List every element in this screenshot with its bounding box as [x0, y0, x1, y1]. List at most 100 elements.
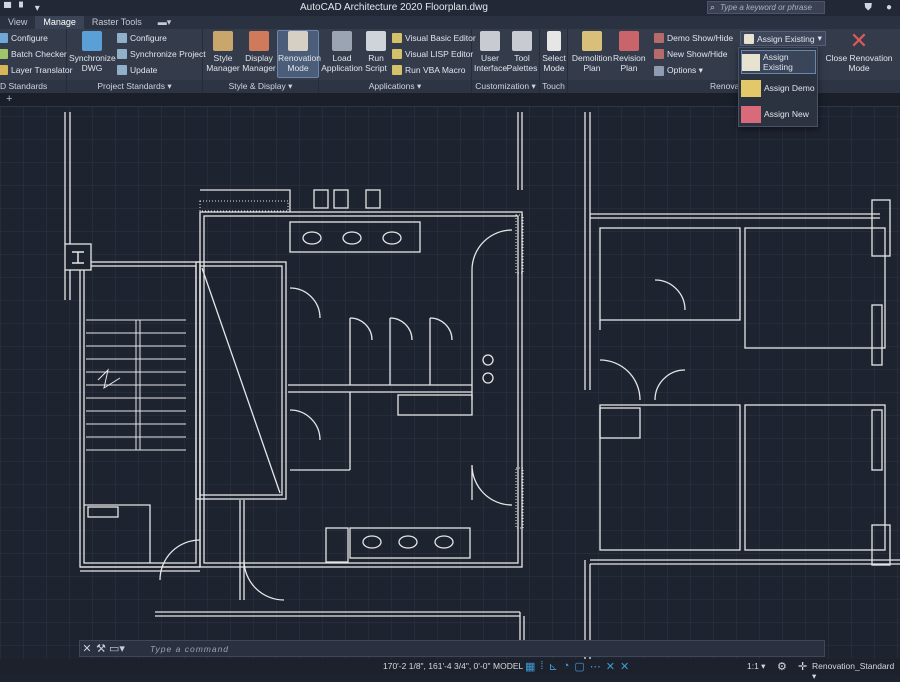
panel-label[interactable]: Customization ▾	[472, 80, 539, 93]
menu-item-assign-new[interactable]: Assign New	[741, 102, 816, 126]
osnap-icon[interactable]: ▢	[574, 660, 584, 673]
user-icon[interactable]: ●	[886, 2, 892, 13]
select-mode-button[interactable]: Select Mode	[540, 31, 568, 73]
update-button[interactable]: Update	[117, 65, 157, 75]
panel-label: Renova	[568, 80, 900, 93]
model-space-toggle[interactable]: MODEL	[493, 661, 523, 671]
crosshair-icon[interactable]: ✛	[798, 660, 807, 673]
load-application-button[interactable]: Load Application	[321, 31, 363, 73]
display-configuration[interactable]: Renovation_Standard ▾	[812, 661, 900, 682]
status-toggle-icons: ▦ ⁞ ⊾ ◔ ▢ ⋯ ✕ ✕	[525, 660, 629, 673]
tool-palettes-button[interactable]: Tool Palettes	[506, 31, 538, 73]
options-button[interactable]: Options ▾	[654, 65, 703, 76]
script-icon	[366, 31, 386, 51]
ortho-icon[interactable]: ⊾	[548, 660, 557, 673]
chevron-down-icon: ▾	[817, 33, 822, 43]
run-script-button[interactable]: Run Script	[364, 31, 388, 73]
lisp-icon	[392, 49, 402, 59]
binoculars-icon[interactable]: ⛊	[864, 2, 872, 13]
wrench-icon[interactable]: ⚒	[94, 642, 108, 655]
load-application-icon	[332, 31, 352, 51]
panel-cad-standards: Configure Batch Checker Layer Translator…	[0, 29, 72, 93]
sync-dwg-icon	[82, 31, 102, 51]
demo-show-hide-button[interactable]: Demo Show/Hide	[654, 33, 733, 43]
panel-label[interactable]: Project Standards ▾	[67, 80, 202, 93]
tab-view[interactable]: View	[0, 16, 35, 29]
title-bar: ▀ ▘ ▾ AutoCAD Architecture 2020 Floorpla…	[0, 0, 900, 16]
command-prompt-icon[interactable]: ▭▾	[108, 642, 126, 655]
snap-icon[interactable]: ⁞	[540, 660, 543, 673]
annotation-scale[interactable]: 1:1 ▾	[747, 661, 765, 672]
open-icon[interactable]: ▀	[4, 3, 11, 14]
close-renovation-mode-button[interactable]: ✕ Close Renovation Mode	[824, 28, 894, 74]
gear-icon[interactable]: ⚙	[777, 660, 787, 673]
polar-icon[interactable]: ◔	[563, 660, 570, 673]
panel-label: Touch	[540, 80, 567, 93]
isodraft-icon[interactable]: ⋯	[590, 660, 601, 673]
visual-basic-editor-button[interactable]: Visual Basic Editor	[392, 33, 476, 43]
batch-checker-button[interactable]: Batch Checker	[0, 49, 67, 59]
coordinates-readout: 170'-2 1/8", 161'-4 3/4", 0'-0"	[383, 661, 491, 671]
drawing-canvas[interactable]	[0, 93, 900, 675]
renovation-mode-button[interactable]: Renovation Mode	[277, 30, 321, 78]
style-manager-button[interactable]: Style Manager	[205, 31, 241, 73]
qa-dropdown-icon[interactable]: ▾	[35, 3, 40, 14]
synchronize-dwg-button[interactable]: Synchronize DWG	[69, 31, 116, 73]
demolition-plan-icon	[582, 31, 602, 51]
visual-lisp-editor-button[interactable]: Visual LISP Editor	[392, 49, 473, 59]
vb-icon	[392, 33, 402, 43]
close-icon: ✕	[849, 28, 869, 53]
panel-renovation: Demolition Plan Revision Plan Demo Show/…	[568, 29, 900, 93]
search-icon: ⌕	[710, 2, 716, 12]
revision-plan-button[interactable]: Revision Plan	[613, 31, 646, 73]
panel-style-display: Style Manager Display Manager Renovation…	[203, 29, 321, 93]
panel-customization: User Interface Tool Palettes Customizati…	[472, 29, 540, 93]
panel-label[interactable]: Style & Display ▾	[203, 80, 318, 93]
panel-project-standards: Synchronize DWG Configure Synchronize Pr…	[67, 29, 206, 93]
cui-icon	[480, 31, 500, 51]
layer-translator-button[interactable]: Layer Translator	[0, 65, 72, 75]
command-input[interactable]: Type a command	[150, 644, 229, 654]
tab-overflow[interactable]: ▬▾	[150, 16, 180, 29]
command-line: ✕ ⚒ ▭▾ Type a command	[79, 640, 825, 657]
titlebar-icons: ⛊ ●	[864, 2, 892, 13]
tab-raster-tools[interactable]: Raster Tools	[84, 16, 150, 29]
menu-item-assign-demo[interactable]: Assign Demo	[741, 76, 816, 100]
user-interface-button[interactable]: User Interface	[474, 31, 507, 73]
assign-existing-split-button[interactable]: Assign Existing ▾	[740, 31, 826, 46]
close-icon[interactable]: ✕	[80, 642, 94, 655]
panel-touch: Select Mode Touch	[540, 29, 568, 93]
display-manager-button[interactable]: Display Manager	[241, 31, 277, 73]
panel-applications: Load Application Run Script Visual Basic…	[319, 29, 476, 93]
grid-icon[interactable]: ▦	[525, 660, 535, 673]
assign-existing-icon	[742, 53, 761, 71]
menu-item-assign-existing[interactable]: Assign Existing	[741, 50, 816, 74]
new-show-hide-icon	[654, 49, 664, 59]
revision-plan-icon	[619, 31, 639, 51]
quick-access-toolbar: ▀ ▘ ▾	[4, 3, 40, 14]
new-show-hide-button[interactable]: New Show/Hide	[654, 49, 727, 59]
annotation-visibility-icon[interactable]: ✕	[606, 660, 615, 673]
new-tab-icon[interactable]: +	[6, 93, 12, 105]
tab-manage[interactable]: Manage	[35, 16, 84, 29]
brush-icon	[213, 31, 233, 51]
configure-button[interactable]: Configure	[0, 33, 48, 43]
panel-label[interactable]: Applications ▾	[319, 80, 471, 93]
demolition-plan-button[interactable]: Demolition Plan	[570, 31, 614, 73]
assign-new-icon	[741, 105, 761, 123]
autoscale-icon[interactable]: ✕	[620, 660, 629, 673]
sync-project-icon	[117, 49, 127, 59]
options-icon	[654, 65, 664, 76]
batch-checker-icon	[0, 49, 8, 59]
project-configure-button[interactable]: Configure	[117, 33, 167, 43]
save-icon[interactable]: ▘	[19, 3, 27, 14]
configure-icon	[117, 33, 127, 43]
vba-icon	[392, 65, 402, 75]
hammer-icon	[288, 31, 308, 51]
search-input[interactable]: ⌕ Type a keyword or phrase	[707, 1, 825, 14]
assign-demo-icon	[741, 79, 761, 97]
run-vba-macro-button[interactable]: Run VBA Macro	[392, 65, 465, 75]
synchronize-project-button[interactable]: Synchronize Project	[117, 49, 206, 59]
layer-translator-icon	[0, 65, 8, 75]
window-title: AutoCAD Architecture 2020 Floorplan.dwg	[300, 2, 488, 13]
